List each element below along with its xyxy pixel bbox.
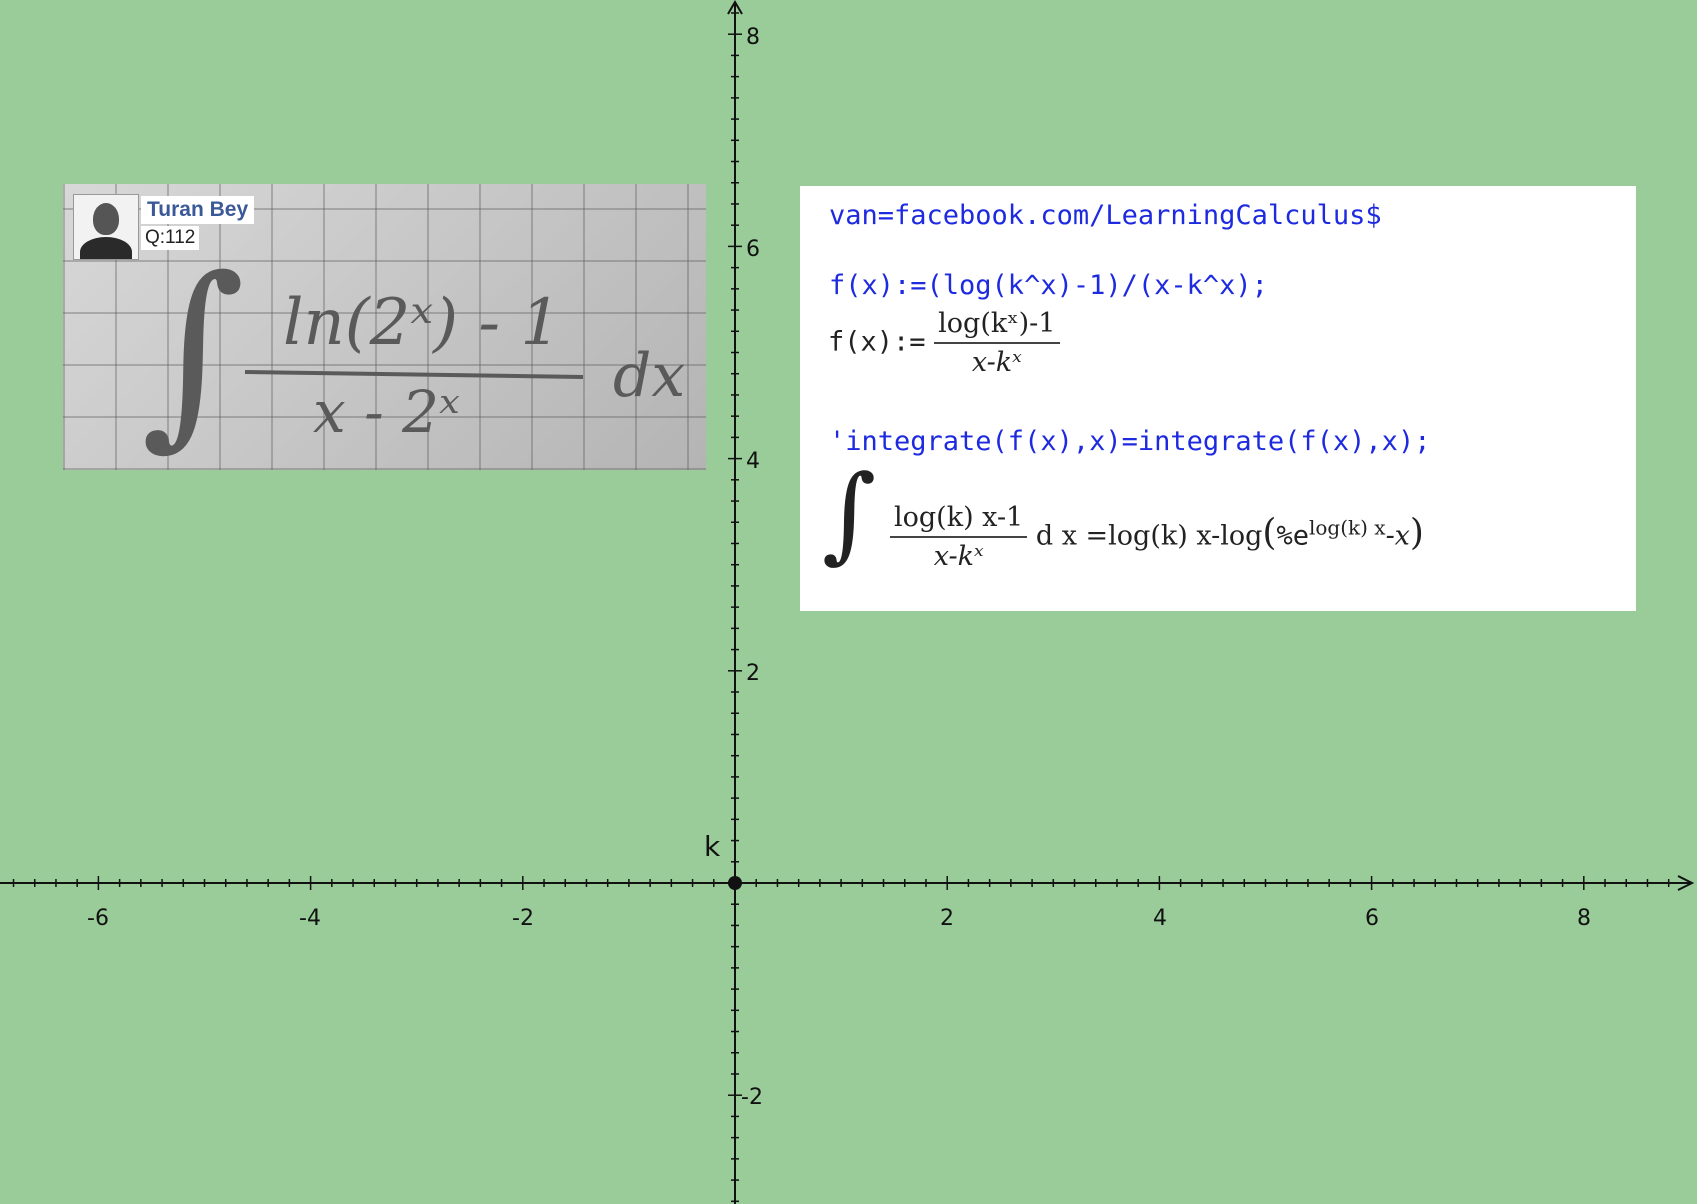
out3-dx: d x [1035, 520, 1077, 552]
maxima-output-panel: van=facebook.com/LearningCalculus$ f(x):… [800, 186, 1636, 611]
y-tick-label-8: 8 [746, 25, 760, 50]
out3-rhs-b: -x [1385, 520, 1410, 552]
out3-rhs-close: ) [1409, 512, 1424, 554]
x-axis-name: k [704, 830, 721, 863]
out3-integral-sign: ∫ [822, 452, 877, 574]
out3-rhs-open: ( [1262, 512, 1277, 554]
out3-exponent: log(k) x [1308, 515, 1386, 540]
handwritten-integral-photo: ∫ ln(2ˣ) - 1 x - 2ˣ dx Turan Bey Q:112 [63, 184, 706, 470]
out3-denominator: x-kˣ [933, 541, 984, 572]
y-tick-label-4: 4 [746, 449, 760, 474]
maxima-input-3: 'integrate(f(x),x)=integrate(f(x),x); [829, 426, 1431, 457]
out3-fraction: log(k) x-1 x-kˣ [890, 502, 1028, 572]
avatar [73, 194, 139, 260]
maxima-input-1: van=facebook.com/LearningCalculus$ [829, 200, 1382, 231]
out3-pe: %e [1276, 520, 1309, 552]
hw-integral-sign: ∫ [141, 235, 245, 468]
out2-numerator: log(kˣ)-1 [934, 308, 1060, 344]
hw-denominator: x - 2ˣ [313, 378, 460, 446]
user-name[interactable]: Turan Bey [141, 196, 255, 224]
out2-lhs: f(x):= [828, 326, 926, 358]
x-tick-label-neg6: -6 [87, 906, 109, 931]
hw-numerator: ln(2ˣ) - 1 [283, 286, 561, 360]
out2-fraction: log(kˣ)-1 x-kˣ [934, 308, 1060, 378]
x-tick-label-neg4: -4 [299, 906, 321, 931]
x-tick-label-2: 2 [940, 906, 954, 931]
y-tick-label-6: 6 [746, 237, 760, 262]
out3-numerator: log(k) x-1 [890, 502, 1028, 538]
y-tick-label-2: 2 [746, 661, 760, 686]
user-badge: Turan Bey Q:112 [73, 194, 255, 260]
out2-denominator: x-kˣ [971, 347, 1022, 378]
x-tick-label-8: 8 [1577, 906, 1591, 931]
x-tick-label-6: 6 [1365, 906, 1379, 931]
x-tick-label-4: 4 [1153, 906, 1167, 931]
maxima-output-2: f(x):= log(kˣ)-1 x-kˣ [828, 308, 1060, 378]
hw-fraction-bar [244, 370, 584, 379]
out3-rhs-a: =log(k) x-log [1085, 520, 1263, 552]
hw-differential: dx [613, 341, 685, 411]
y-tick-label-neg2: -2 [741, 1085, 763, 1110]
maxima-output-3: log(k) x-1 x-kˣ d x =log(k) x-log(%elog(… [890, 502, 1424, 572]
maxima-input-2: f(x):=(log(k^x)-1)/(x-k^x); [829, 270, 1268, 301]
origin-point[interactable] [728, 876, 742, 890]
x-tick-label-neg2: -2 [512, 906, 534, 931]
question-id: Q:112 [141, 226, 200, 250]
